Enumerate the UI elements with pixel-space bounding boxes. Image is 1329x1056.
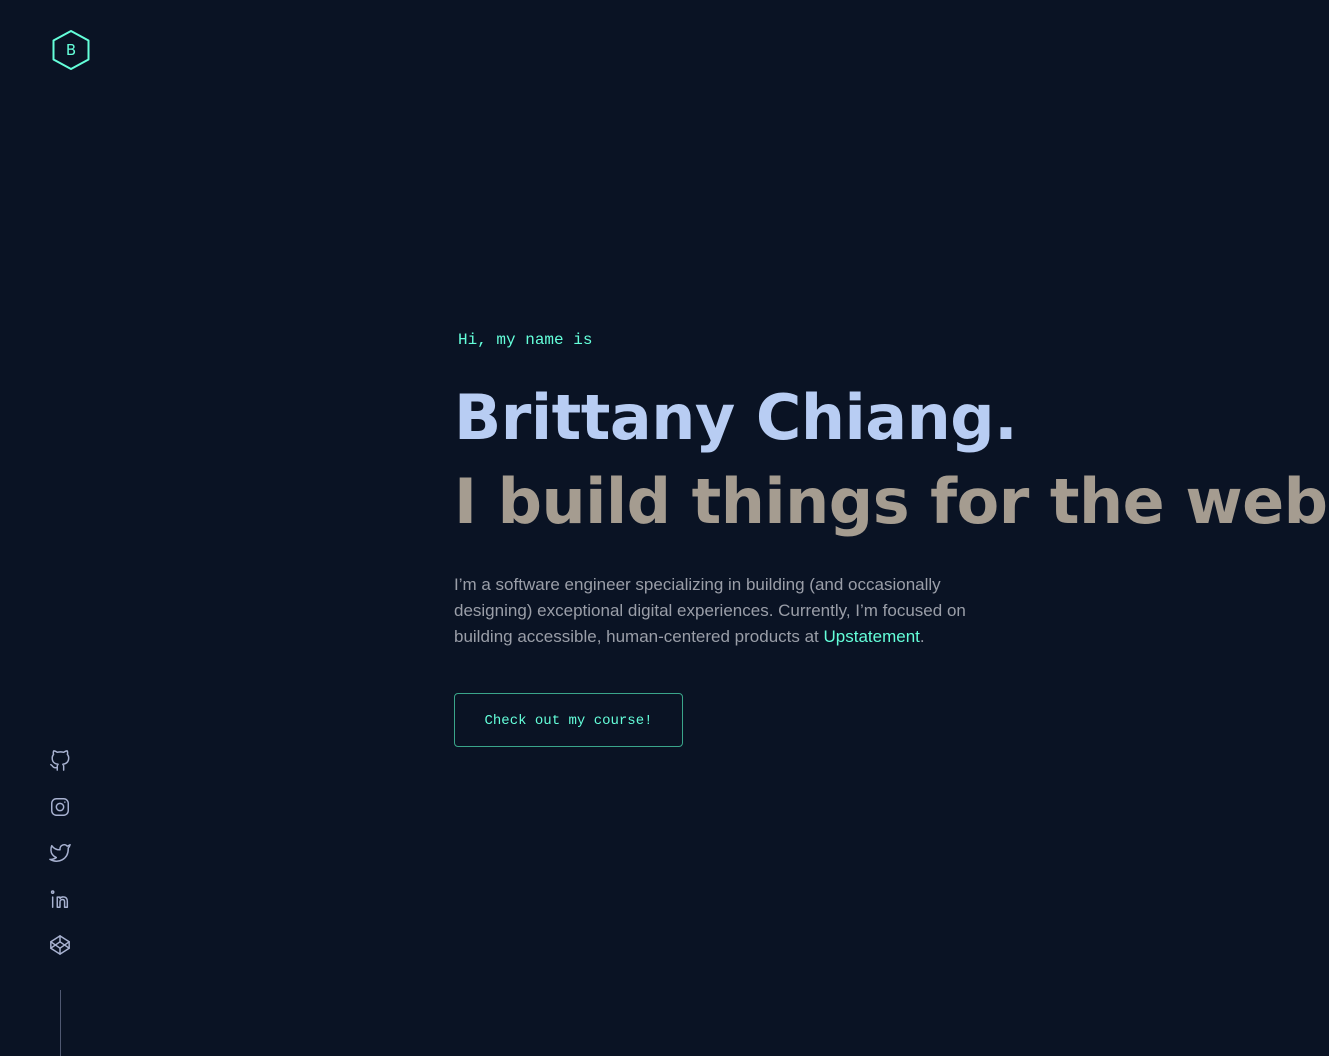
instagram-link[interactable]: [48, 795, 72, 819]
course-cta-button[interactable]: Check out my course!: [454, 693, 683, 747]
hero-section: Hi, my name is Brittany Chiang. I build …: [454, 326, 1329, 650]
linkedin-icon: [50, 890, 69, 908]
hero-name: Brittany Chiang.: [454, 381, 1018, 454]
home-logo-link[interactable]: B: [50, 28, 92, 72]
linkedin-link[interactable]: [48, 887, 72, 911]
hero-bio: I’m a software engineer specializing in …: [454, 572, 994, 650]
social-divider-line: [60, 990, 61, 1056]
upstatement-link[interactable]: Upstatement: [824, 627, 920, 646]
logo-letter: B: [65, 40, 77, 59]
hero-tagline: I build things for the web.: [454, 465, 1329, 538]
codepen-icon: [50, 935, 70, 955]
twitter-icon: [49, 844, 71, 862]
bio-end: .: [919, 627, 925, 646]
github-icon: [50, 750, 70, 771]
hero-greeting: Hi, my name is: [458, 331, 593, 349]
codepen-link[interactable]: [48, 933, 72, 957]
twitter-link[interactable]: [48, 841, 72, 865]
social-links-list: [48, 749, 72, 979]
github-link[interactable]: [48, 749, 72, 773]
instagram-icon: [51, 798, 69, 816]
